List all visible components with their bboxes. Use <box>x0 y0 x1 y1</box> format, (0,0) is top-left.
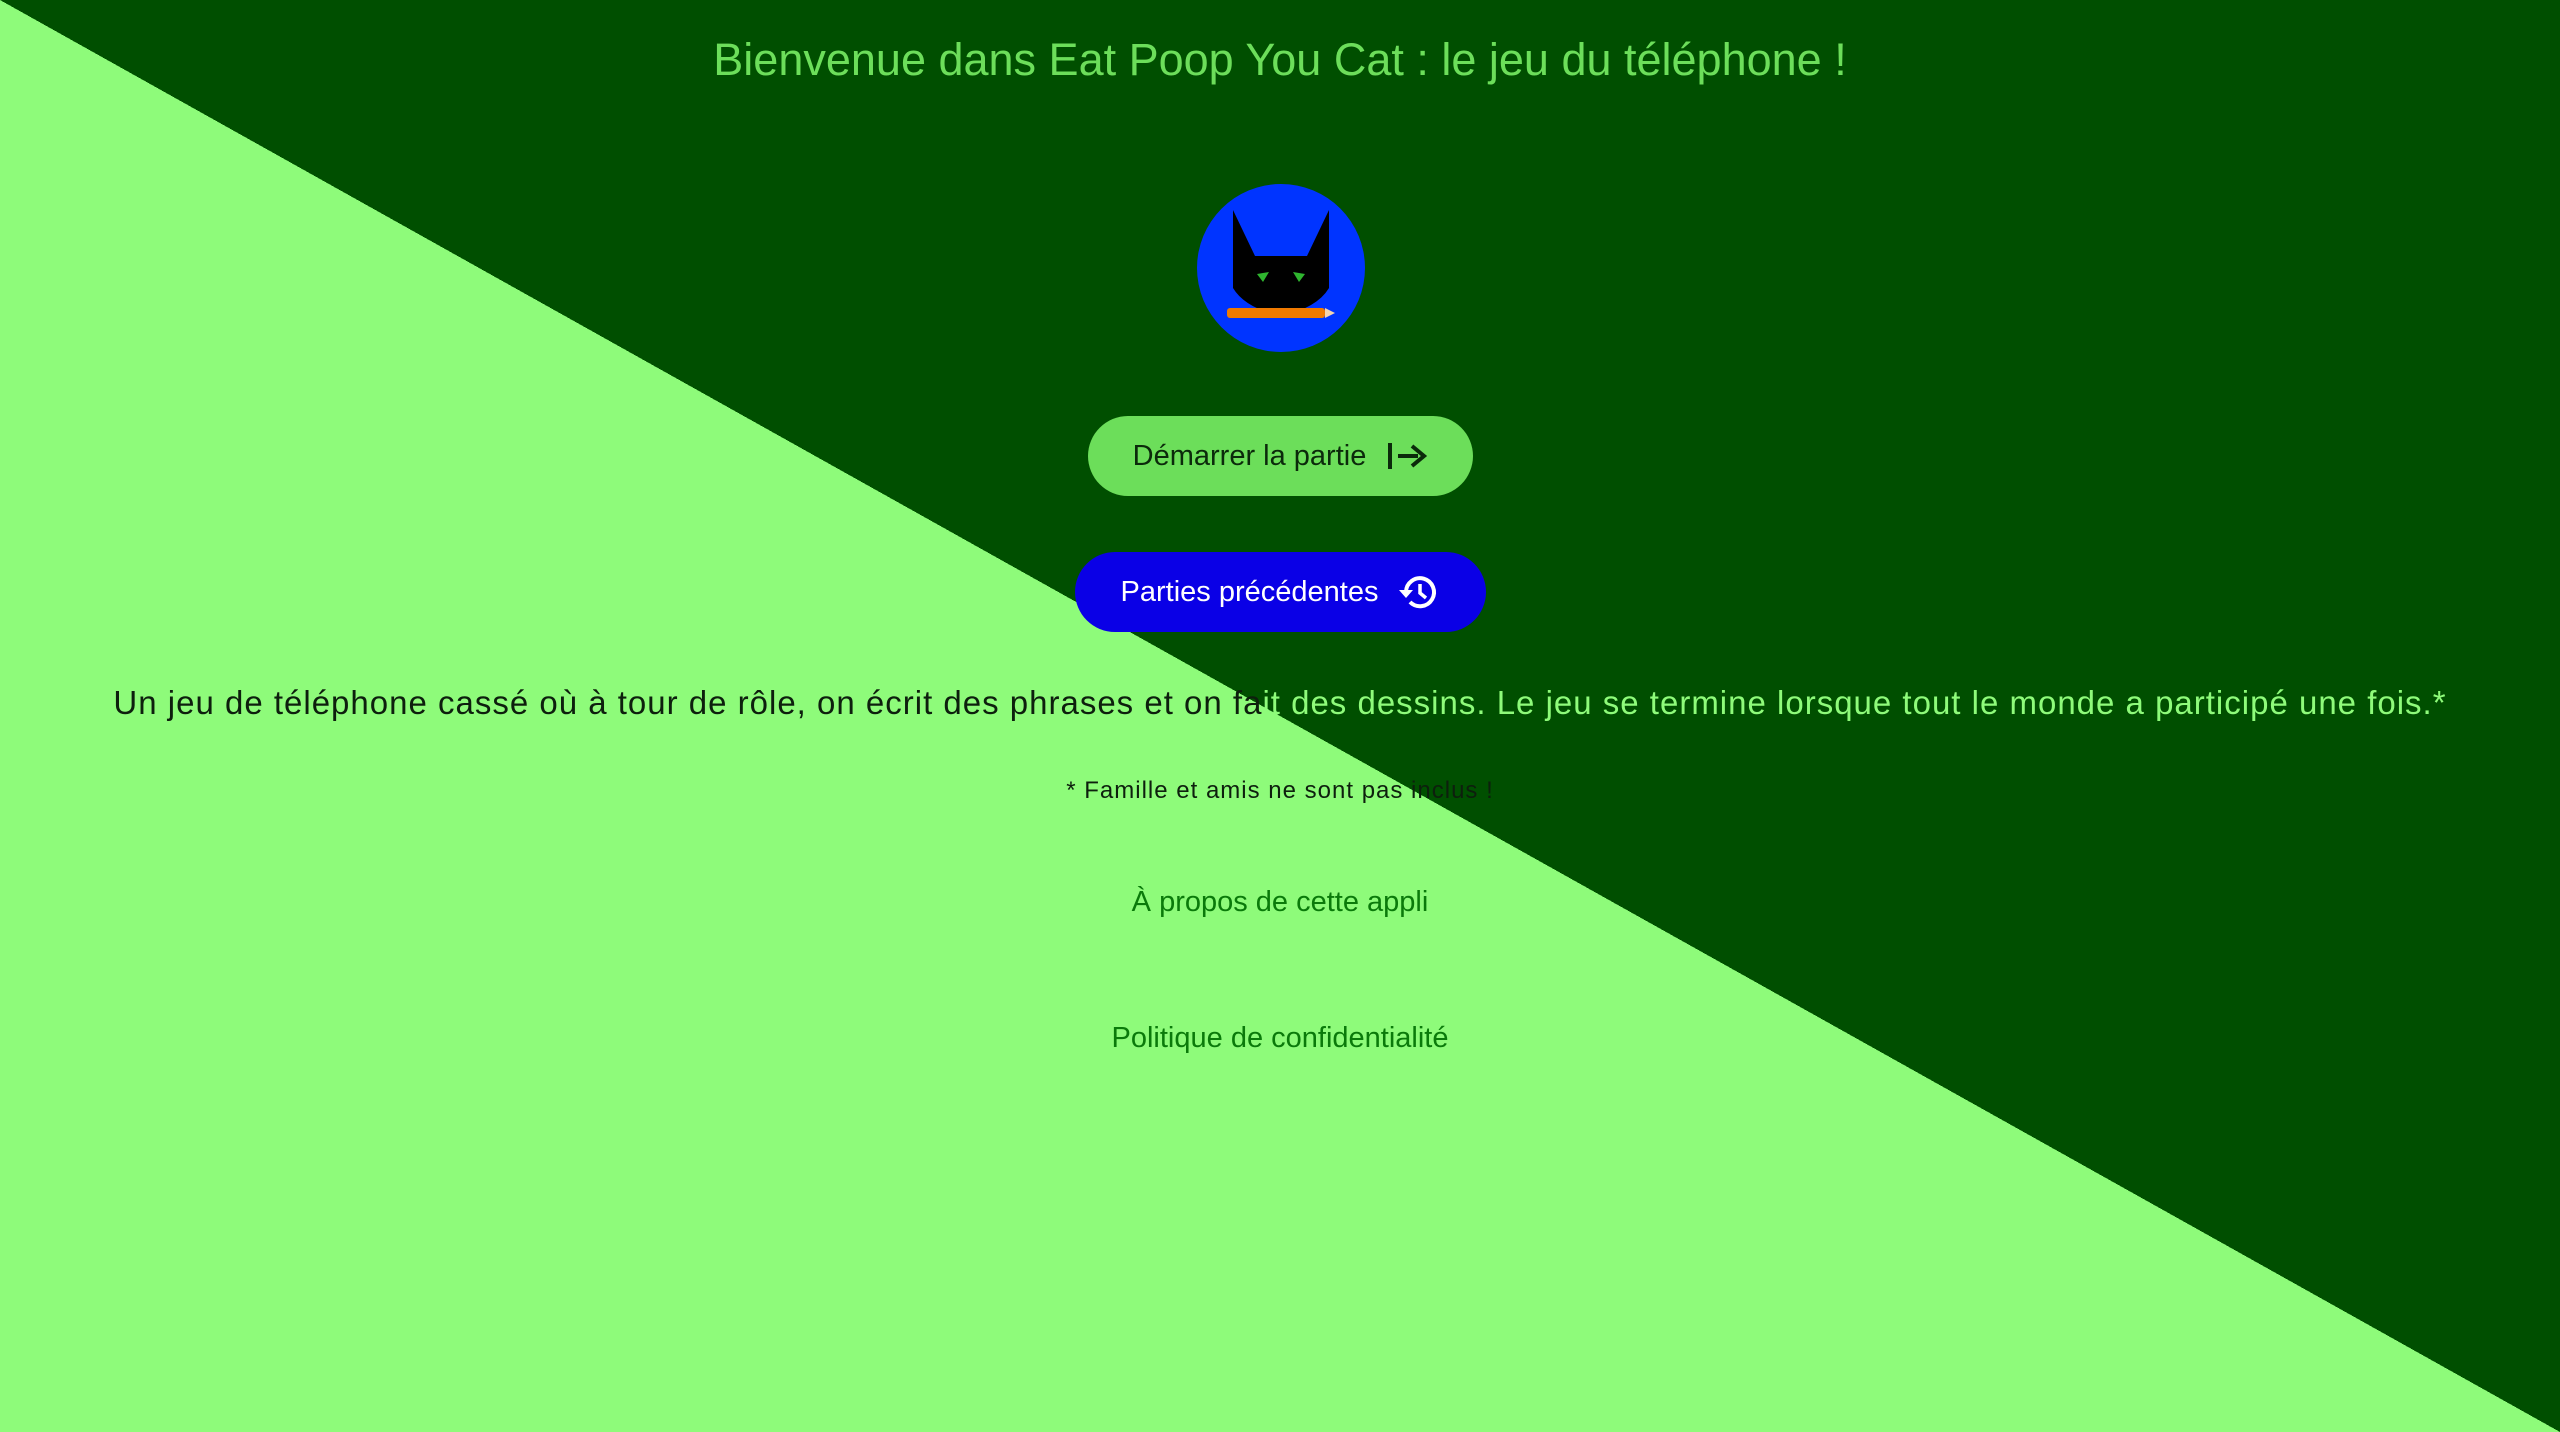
app-logo <box>1197 184 1365 352</box>
previous-games-label: Parties précédentes <box>1120 575 1379 608</box>
footnote: * Famille et amis ne sont pas inclus ! <box>1066 777 1494 804</box>
cat-logo-icon <box>1227 210 1335 318</box>
page-title: Bienvenue dans Eat Poop You Cat : le jeu… <box>713 34 1847 85</box>
about-app-link[interactable]: À propos de cette appli <box>0 886 2560 919</box>
arrow-right-to-bar-icon <box>1384 434 1428 478</box>
game-description: Un jeu de téléphone cassé où à tour de r… <box>0 684 2560 722</box>
description-part-dark: Un jeu de téléphone cassé où à tour de r… <box>113 684 1263 721</box>
start-game-button[interactable]: Démarrer la partie <box>1088 416 1473 496</box>
description-part-light: it des dessins. Le jeu se termine lorsqu… <box>1262 684 2447 721</box>
previous-games-button[interactable]: Parties précédentes <box>1075 552 1486 632</box>
history-icon <box>1396 570 1440 614</box>
privacy-policy-link[interactable]: Politique de confidentialité <box>0 1022 2560 1055</box>
home-screen: Bienvenue dans Eat Poop You Cat : le jeu… <box>0 0 2560 1432</box>
start-game-label: Démarrer la partie <box>1132 439 1367 472</box>
